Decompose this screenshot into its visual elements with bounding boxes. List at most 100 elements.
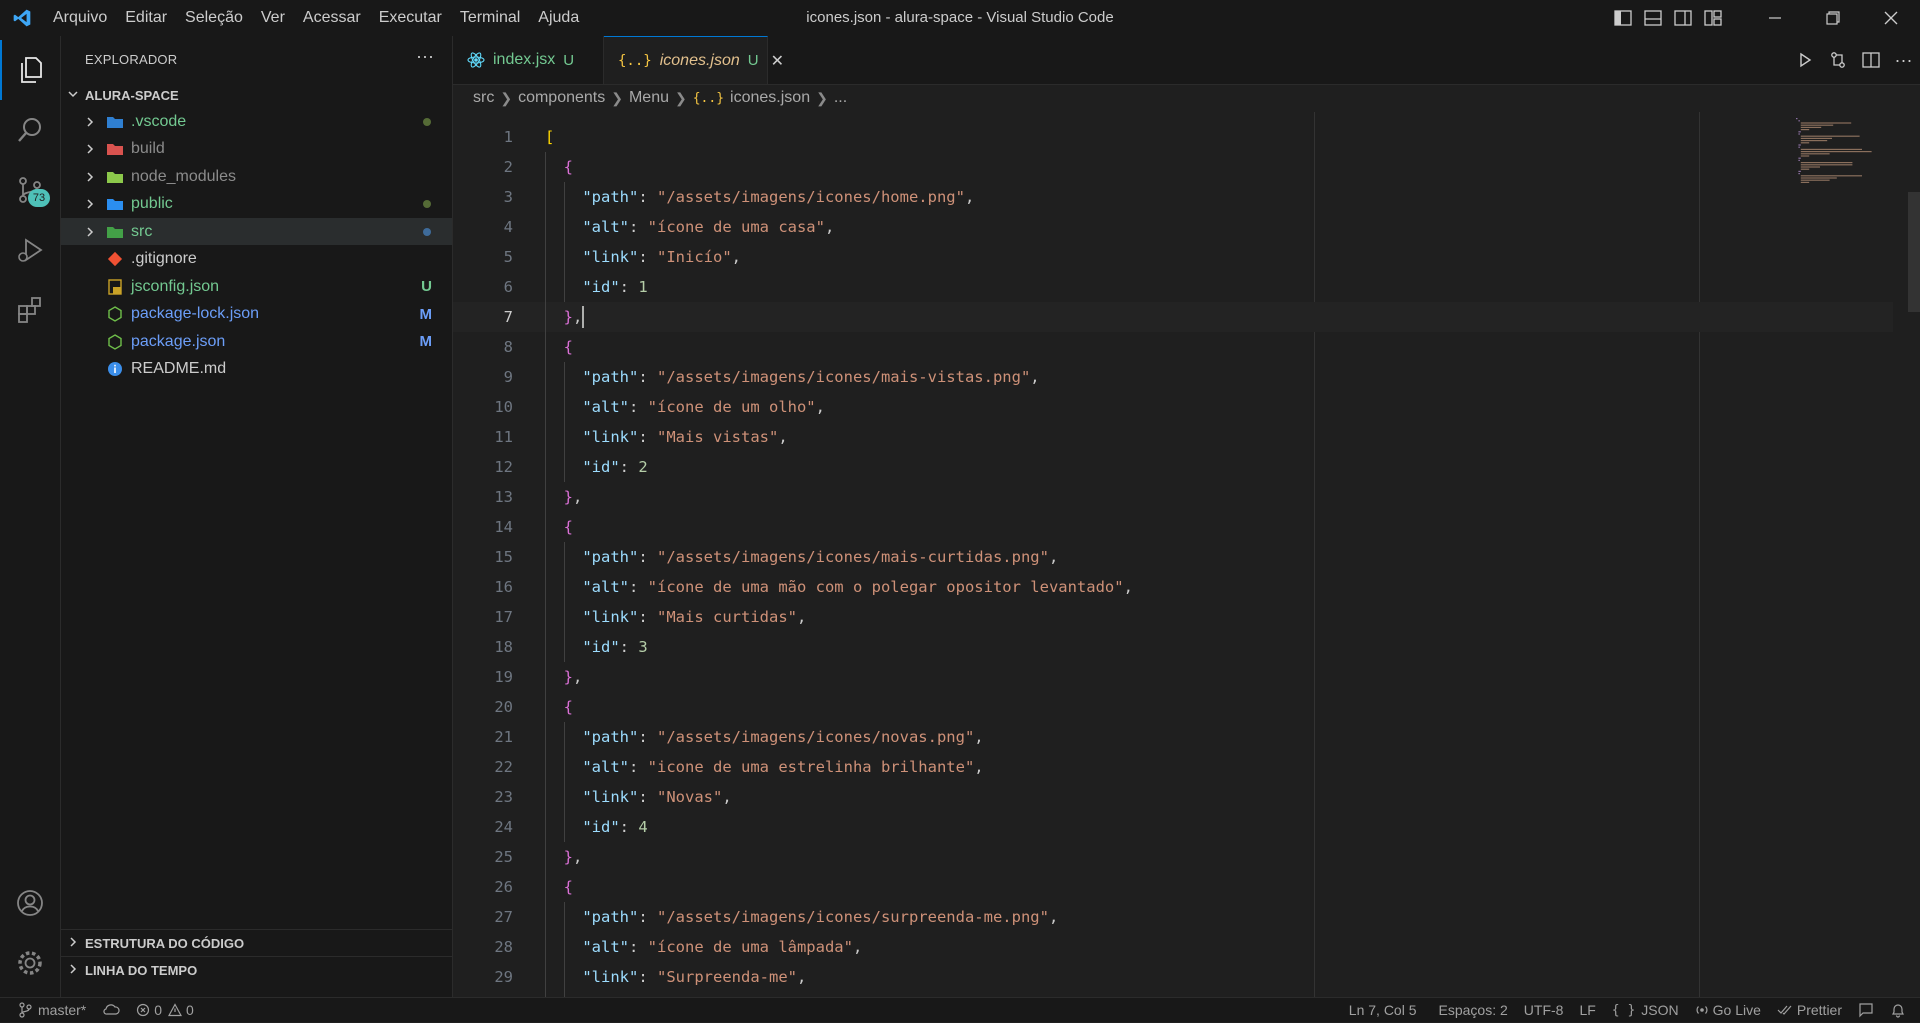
code-line[interactable]: 8 { bbox=[453, 332, 1893, 362]
code-line[interactable]: 26 { bbox=[453, 872, 1893, 902]
problems-status[interactable]: 0 0 bbox=[128, 998, 202, 1023]
chevron-right-icon[interactable] bbox=[83, 198, 97, 210]
extensions-icon[interactable] bbox=[0, 280, 60, 340]
toggle-panel-icon[interactable] bbox=[1638, 0, 1668, 36]
code-line[interactable]: 10 "alt": "ícone de um olho", bbox=[453, 392, 1893, 422]
manage-gear-icon[interactable] bbox=[0, 933, 60, 993]
source-control-icon[interactable] bbox=[0, 160, 60, 220]
code-editor[interactable]: 1[2 {3 "path": "/assets/imagens/icones/h… bbox=[453, 112, 1920, 997]
breadcrumb-item-components[interactable]: components bbox=[518, 89, 605, 107]
menu-terminal[interactable]: Terminal bbox=[451, 0, 529, 36]
menu-arquivo[interactable]: Arquivo bbox=[44, 0, 116, 36]
language-mode[interactable]: { } JSON bbox=[1604, 998, 1687, 1023]
code-line[interactable]: 16 "alt": "ícone de uma mão com o polega… bbox=[453, 572, 1893, 602]
close-tab-icon[interactable]: ✕ bbox=[771, 51, 784, 71]
minimap-line bbox=[1800, 140, 1828, 142]
code-line[interactable]: 14 { bbox=[453, 512, 1893, 542]
code-line[interactable]: 25 }, bbox=[453, 842, 1893, 872]
code-line[interactable]: 23 "link": "Novas", bbox=[453, 782, 1893, 812]
vertical-scrollbar[interactable] bbox=[1906, 112, 1920, 997]
menu-acessar[interactable]: Acessar bbox=[294, 0, 370, 36]
prettier-status[interactable]: Prettier bbox=[1769, 998, 1850, 1023]
feedback-icon[interactable] bbox=[1850, 998, 1882, 1023]
menu-executar[interactable]: Executar bbox=[370, 0, 451, 36]
code-line[interactable]: 12 "id": 2 bbox=[453, 452, 1893, 482]
indentation[interactable]: Espaços: 2 bbox=[1431, 998, 1516, 1023]
tree-file[interactable]: package-lock.json M bbox=[61, 301, 452, 328]
breadcrumb-item-src[interactable]: src bbox=[473, 89, 494, 107]
close-window-icon[interactable] bbox=[1862, 0, 1920, 36]
tab-index-jsx[interactable]: index.jsx U bbox=[453, 36, 604, 84]
menu-editar[interactable]: Editar bbox=[116, 0, 176, 36]
tree-folder[interactable]: .vscode bbox=[61, 108, 452, 135]
tree-folder[interactable]: src bbox=[61, 218, 452, 245]
code-line[interactable]: 29 "link": "Surpreenda-me", bbox=[453, 962, 1893, 992]
project-section-header[interactable]: ALURA-SPACE bbox=[61, 82, 452, 108]
tree-file[interactable]: .gitignore bbox=[61, 246, 452, 273]
tree-file[interactable]: README.md bbox=[61, 356, 452, 383]
tab-icones-json[interactable]: {..} icones.json U ✕ bbox=[604, 36, 784, 84]
code-line[interactable]: 22 "alt": "icone de uma estrelinha brilh… bbox=[453, 752, 1893, 782]
code-line[interactable]: 17 "link": "Mais curtidas", bbox=[453, 602, 1893, 632]
cursor-position[interactable]: Ln 7, Col 5 bbox=[1341, 998, 1425, 1023]
code-line[interactable]: 1[ bbox=[453, 122, 1893, 152]
vscode-logo-icon[interactable] bbox=[0, 0, 44, 36]
breadcrumb-item-menu[interactable]: Menu bbox=[629, 89, 669, 107]
code-line[interactable]: 6 "id": 1 bbox=[453, 272, 1893, 302]
code-line[interactable]: 2 { bbox=[453, 152, 1893, 182]
menu-ver[interactable]: Ver bbox=[252, 0, 294, 36]
run-debug-icon[interactable] bbox=[0, 220, 60, 280]
code-line[interactable]: 15 "path": "/assets/imagens/icones/mais-… bbox=[453, 542, 1893, 572]
tree-file[interactable]: package.json M bbox=[61, 328, 452, 355]
end-of-line[interactable]: LF bbox=[1571, 998, 1603, 1023]
scrollbar-thumb[interactable] bbox=[1908, 192, 1920, 312]
minimap[interactable] bbox=[1788, 112, 1906, 997]
code-line[interactable]: 9 "path": "/assets/imagens/icones/mais-v… bbox=[453, 362, 1893, 392]
accounts-icon[interactable] bbox=[0, 873, 60, 933]
encoding[interactable]: UTF-8 bbox=[1516, 998, 1572, 1023]
breadcrumb-item-file[interactable]: icones.json bbox=[730, 89, 810, 107]
outline-section-header[interactable]: ESTRUTURA DO CÓDIGO bbox=[61, 929, 452, 956]
code-line[interactable]: 20 { bbox=[453, 692, 1893, 722]
tree-folder[interactable]: public bbox=[61, 191, 452, 218]
code-line[interactable]: 3 "path": "/assets/imagens/icones/home.p… bbox=[453, 182, 1893, 212]
chevron-right-icon[interactable] bbox=[83, 226, 97, 238]
minimize-window-icon[interactable] bbox=[1746, 0, 1804, 36]
code-line[interactable]: 24 "id": 4 bbox=[453, 812, 1893, 842]
more-actions-icon[interactable]: ··· bbox=[1887, 36, 1920, 84]
code-line[interactable]: 21 "path": "/assets/imagens/icones/novas… bbox=[453, 722, 1893, 752]
chevron-right-icon[interactable] bbox=[83, 143, 97, 155]
customize-layout-icon[interactable] bbox=[1698, 0, 1728, 36]
code-line[interactable]: 7 }, bbox=[453, 302, 1893, 332]
menu-ajuda[interactable]: Ajuda bbox=[529, 0, 588, 36]
code-line[interactable]: 19 }, bbox=[453, 662, 1893, 692]
notifications-bell-icon[interactable] bbox=[1882, 998, 1914, 1023]
toggle-secondary-sidebar-icon[interactable] bbox=[1668, 0, 1698, 36]
code-line[interactable]: 5 "link": "Inicío", bbox=[453, 242, 1893, 272]
chevron-right-icon[interactable] bbox=[83, 171, 97, 183]
chevron-right-icon[interactable] bbox=[83, 116, 97, 128]
explorer-icon[interactable] bbox=[0, 40, 60, 100]
split-editor-icon[interactable] bbox=[1854, 36, 1887, 84]
code-line[interactable]: 28 "alt": "ícone de uma lâmpada", bbox=[453, 932, 1893, 962]
search-icon[interactable] bbox=[0, 100, 60, 160]
run-code-icon[interactable] bbox=[1788, 36, 1821, 84]
more-actions-icon[interactable]: ··· bbox=[416, 46, 434, 67]
restore-window-icon[interactable] bbox=[1804, 0, 1862, 36]
go-live-button[interactable]: Go Live bbox=[1687, 998, 1769, 1023]
code-line[interactable]: 27 "path": "/assets/imagens/icones/surpr… bbox=[453, 902, 1893, 932]
timeline-section-header[interactable]: LINHA DO TEMPO bbox=[61, 956, 452, 983]
code-line[interactable]: 4 "alt": "ícone de uma casa", bbox=[453, 212, 1893, 242]
tree-file[interactable]: jsconfig.json U bbox=[61, 273, 452, 300]
toggle-primary-sidebar-icon[interactable] bbox=[1608, 0, 1638, 36]
open-changes-icon[interactable] bbox=[1821, 36, 1854, 84]
tree-folder[interactable]: node_modules bbox=[61, 163, 452, 190]
code-line[interactable]: 11 "link": "Mais vistas", bbox=[453, 422, 1893, 452]
code-line[interactable]: 18 "id": 3 bbox=[453, 632, 1893, 662]
menu-sele-o[interactable]: Seleção bbox=[176, 0, 252, 36]
tree-folder[interactable]: build bbox=[61, 136, 452, 163]
sync-icon[interactable] bbox=[94, 998, 128, 1023]
code-line[interactable]: 13 }, bbox=[453, 482, 1893, 512]
breadcrumb-item-symbol[interactable]: ... bbox=[834, 89, 847, 107]
branch-status[interactable]: master* bbox=[10, 998, 94, 1023]
